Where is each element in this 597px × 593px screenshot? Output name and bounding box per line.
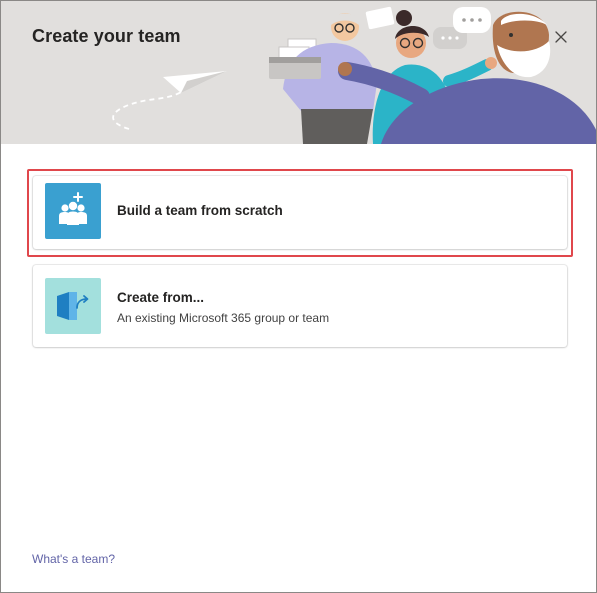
create-team-dialog: Create your team Build a team from scrat… bbox=[0, 0, 597, 593]
close-icon bbox=[555, 31, 567, 43]
option-title: Create from... bbox=[117, 290, 205, 305]
team-illustration bbox=[112, 6, 596, 144]
close-button[interactable] bbox=[552, 28, 570, 46]
create-from-existing-option[interactable]: Create from... An existing Microsoft 365… bbox=[33, 265, 567, 347]
build-from-scratch-option[interactable]: Build a team from scratch bbox=[33, 176, 567, 249]
option-title: Build a team from scratch bbox=[117, 203, 283, 218]
create-from-existing-icon bbox=[45, 278, 101, 334]
dialog-header: Create your team bbox=[1, 1, 596, 144]
team-add-icon bbox=[45, 183, 101, 239]
whats-a-team-link[interactable]: What's a team? bbox=[32, 552, 115, 566]
option-description: An existing Microsoft 365 group or team bbox=[117, 311, 330, 325]
dialog-title: Create your team bbox=[32, 26, 181, 46]
